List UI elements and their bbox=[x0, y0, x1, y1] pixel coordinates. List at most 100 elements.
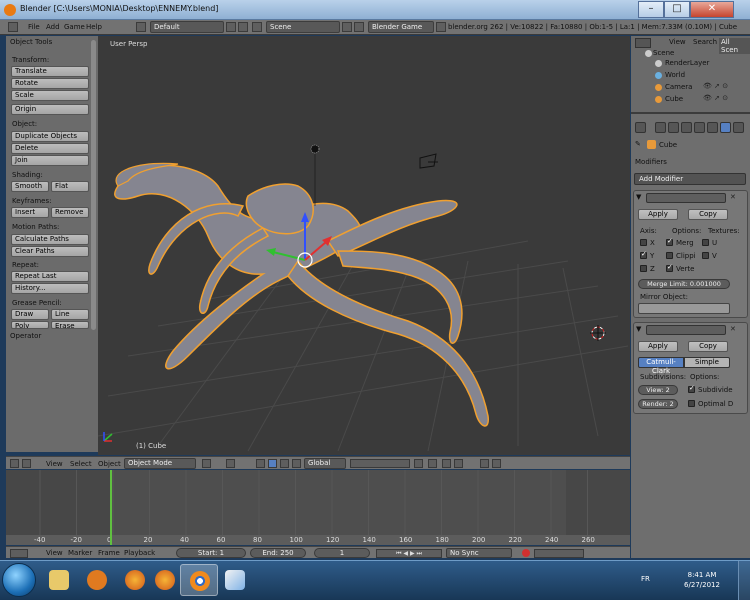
outliner-item-camera[interactable]: Camera bbox=[665, 83, 692, 91]
draw-button[interactable]: Draw bbox=[11, 309, 49, 320]
add-layout-icon[interactable] bbox=[226, 22, 236, 32]
outliner-item-renderlayer[interactable]: RenderLayer bbox=[665, 59, 709, 67]
mirror-apply-button[interactable]: Apply bbox=[638, 209, 678, 220]
end-frame-field[interactable]: End: 250 bbox=[250, 548, 306, 558]
remove-modifier-icon[interactable]: ✕ bbox=[730, 325, 736, 333]
optimal-display-checkbox[interactable] bbox=[688, 400, 695, 407]
current-frame-indicator[interactable] bbox=[110, 470, 112, 545]
texture-u-checkbox[interactable] bbox=[702, 239, 709, 246]
taskbar-media-player[interactable] bbox=[78, 564, 116, 596]
subsurf-modifier-header-controls[interactable] bbox=[646, 325, 726, 335]
remove-keyframe-button[interactable]: Remove bbox=[51, 207, 89, 218]
editor-type-icon[interactable] bbox=[8, 22, 18, 32]
erase-button[interactable]: Erase bbox=[51, 321, 89, 329]
camera-object[interactable] bbox=[419, 153, 438, 169]
snap-icon[interactable] bbox=[442, 459, 451, 468]
texture-v-checkbox[interactable] bbox=[702, 252, 709, 259]
operator-panel-header[interactable]: Operator bbox=[10, 332, 41, 340]
flat-button[interactable]: Flat bbox=[51, 181, 89, 192]
translate-button[interactable]: Translate bbox=[11, 66, 89, 77]
tool-shelf-title[interactable]: Object Tools bbox=[10, 38, 52, 46]
render-animation-icon[interactable] bbox=[492, 459, 501, 468]
rotate-manipulator-icon[interactable] bbox=[280, 459, 289, 468]
taskbar-blender[interactable] bbox=[180, 564, 218, 596]
system-clock[interactable]: 8:41 AM 6/27/2012 bbox=[672, 570, 732, 590]
add-modifier-select[interactable]: Add Modifier bbox=[634, 173, 746, 185]
render-engine-select[interactable]: Blender Game bbox=[368, 21, 434, 33]
rotate-button[interactable]: Rotate bbox=[11, 78, 89, 89]
menu-add[interactable]: Add bbox=[46, 23, 60, 31]
mirror-modifier-header-controls[interactable] bbox=[646, 193, 726, 203]
collapse-menus-icon[interactable] bbox=[22, 459, 31, 468]
visibility-toggles[interactable]: 👁 ➚ ⊙ bbox=[703, 82, 728, 90]
language-indicator[interactable]: FR bbox=[641, 575, 650, 583]
scale-manipulator-icon[interactable] bbox=[292, 459, 301, 468]
outliner-display-mode[interactable]: All Scen bbox=[719, 38, 750, 54]
smooth-button[interactable]: Smooth bbox=[11, 181, 49, 192]
menu-game[interactable]: Game bbox=[64, 23, 85, 31]
merge-limit-field[interactable]: Merge Limit: 0.001000 bbox=[638, 279, 730, 289]
lock-camera-icon[interactable] bbox=[414, 459, 423, 468]
timeline-menu-frame[interactable]: Frame bbox=[98, 549, 120, 557]
subdivide-uvs-checkbox[interactable] bbox=[688, 384, 695, 393]
outliner[interactable]: View Search All Scen Scene RenderLayer W… bbox=[631, 36, 750, 114]
keying-set-select[interactable] bbox=[534, 549, 584, 558]
editor-type-icon[interactable] bbox=[10, 549, 28, 558]
sync-mode-select[interactable]: No Sync bbox=[446, 548, 512, 558]
tab-constraints[interactable] bbox=[707, 122, 718, 133]
outliner-item-cube[interactable]: Cube bbox=[665, 95, 683, 103]
minimize-button[interactable]: – bbox=[638, 1, 664, 18]
taskbar-paint[interactable] bbox=[216, 564, 254, 596]
view-levels-field[interactable]: View: 2 bbox=[638, 385, 678, 395]
viewport-shading-icon[interactable] bbox=[202, 459, 211, 468]
translate-manipulator-icon[interactable] bbox=[268, 459, 277, 468]
simple-toggle[interactable]: Simple bbox=[684, 357, 730, 368]
add-scene-icon[interactable] bbox=[342, 22, 352, 32]
pin-icon[interactable]: ✎ bbox=[635, 140, 641, 148]
poly-button[interactable]: Poly bbox=[11, 321, 49, 329]
taskbar-firefox-2[interactable] bbox=[146, 564, 184, 596]
menu-object[interactable]: Object bbox=[98, 460, 121, 468]
taskbar-explorer[interactable] bbox=[40, 564, 78, 596]
start-button[interactable] bbox=[2, 563, 36, 597]
insert-keyframe-button[interactable]: Insert bbox=[11, 207, 49, 218]
menu-view[interactable]: View bbox=[46, 460, 63, 468]
mirror-object-field[interactable] bbox=[638, 303, 730, 314]
timeline-menu-playback[interactable]: Playback bbox=[124, 549, 155, 557]
tab-editor-type[interactable] bbox=[635, 122, 646, 133]
start-frame-field[interactable]: Start: 1 bbox=[176, 548, 246, 558]
collapse-arrow-icon[interactable]: ▼ bbox=[636, 325, 641, 333]
tab-data[interactable] bbox=[733, 122, 744, 133]
clipping-checkbox[interactable] bbox=[666, 252, 673, 259]
clear-paths-button[interactable]: Clear Paths bbox=[11, 246, 89, 257]
scene-select[interactable]: Scene bbox=[266, 21, 340, 33]
show-desktop-button[interactable] bbox=[738, 561, 750, 600]
menu-file[interactable]: File bbox=[28, 23, 40, 31]
manipulator-toggle-icon[interactable] bbox=[256, 459, 265, 468]
outliner-menu-view[interactable]: View bbox=[669, 38, 686, 46]
3d-viewport[interactable]: User Persp (1) Cube bbox=[98, 36, 630, 455]
screen-layout-select[interactable]: Default bbox=[150, 21, 224, 33]
playback-controls[interactable]: ⏮ ◀ ▶ ⏭ bbox=[376, 549, 442, 558]
duplicate-objects-button[interactable]: Duplicate Objects bbox=[11, 131, 89, 142]
collapse-arrow-icon[interactable]: ▼ bbox=[636, 193, 641, 201]
vertex-groups-checkbox[interactable] bbox=[666, 263, 673, 272]
timeline-menu-view[interactable]: View bbox=[46, 549, 63, 557]
remove-layout-icon[interactable] bbox=[238, 22, 248, 32]
axis-z-checkbox[interactable] bbox=[640, 265, 647, 272]
lamp-object[interactable] bbox=[310, 144, 320, 206]
layers-grid[interactable] bbox=[350, 459, 410, 468]
subsurf-apply-button[interactable]: Apply bbox=[638, 341, 678, 352]
editor-type-icon[interactable] bbox=[635, 38, 651, 48]
calculate-paths-button[interactable]: Calculate Paths bbox=[11, 234, 89, 245]
editor-type-icon[interactable] bbox=[10, 459, 19, 468]
outliner-item-world[interactable]: World bbox=[665, 71, 685, 79]
subsurf-copy-button[interactable]: Copy bbox=[688, 341, 728, 352]
menu-select[interactable]: Select bbox=[70, 460, 92, 468]
scale-button[interactable]: Scale bbox=[11, 90, 89, 101]
line-button[interactable]: Line bbox=[51, 309, 89, 320]
proportional-edit-icon[interactable] bbox=[428, 459, 437, 468]
outliner-menu-search[interactable]: Search bbox=[693, 38, 717, 46]
pivot-point-icon[interactable] bbox=[226, 459, 235, 468]
menu-help[interactable]: Help bbox=[86, 23, 102, 31]
